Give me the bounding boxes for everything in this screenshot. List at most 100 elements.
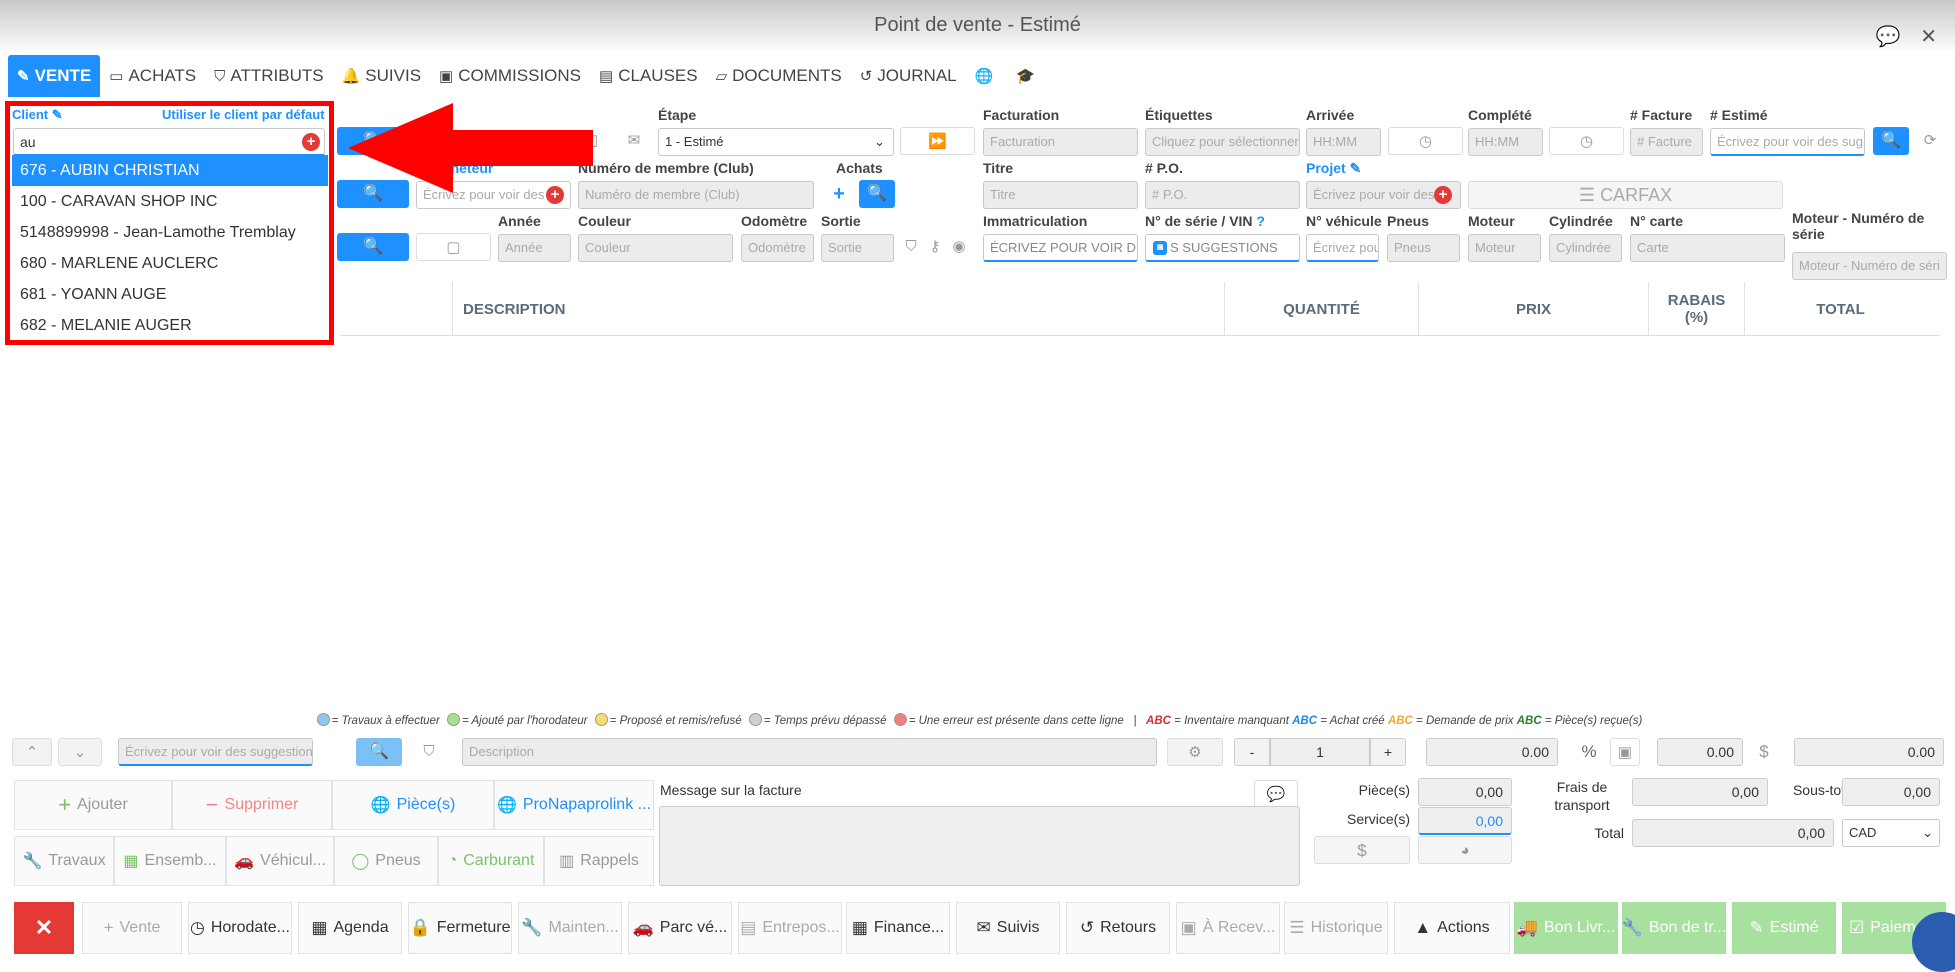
complete-clock-icon[interactable]: ◷	[1549, 127, 1624, 155]
etape-select[interactable]: 1 - Estimé ⌄	[658, 128, 894, 156]
qty-minus-button[interactable]: -	[1234, 738, 1270, 766]
camera-icon[interactable]: ◙	[1153, 241, 1167, 255]
gear-icon[interactable]: ⚙	[1167, 738, 1223, 766]
refresh-icon[interactable]: ⟳	[1915, 127, 1945, 155]
pie-chart-icon[interactable]: ◕	[1418, 836, 1512, 864]
ensemble-button[interactable]: ▦ Ensemb...	[114, 836, 226, 886]
add-projet-icon[interactable]: +	[1434, 186, 1452, 204]
arrivee-input[interactable]: HH:MM	[1306, 128, 1381, 156]
projet-label[interactable]: Projet ✎	[1306, 160, 1361, 177]
odometre-input[interactable]: Odomètre	[741, 234, 814, 262]
actions-button[interactable]: ▲ Actions	[1394, 902, 1510, 954]
close-icon[interactable]: ✕	[1920, 26, 1937, 48]
price-input[interactable]: 0.00	[1426, 738, 1558, 766]
complete-input[interactable]: HH:MM	[1468, 128, 1543, 156]
agenda-button[interactable]: ▦ Agenda	[298, 902, 402, 954]
add-achat-icon[interactable]: +	[822, 180, 856, 208]
col-prix[interactable]: PRIX	[1418, 282, 1648, 336]
description-input[interactable]: Description	[462, 738, 1157, 766]
tab-suivis[interactable]: 🔔 SUIVIS	[333, 55, 430, 97]
tab-commissions[interactable]: ▣ COMMISSIONS	[430, 55, 590, 97]
sortie-input[interactable]: Sortie	[821, 234, 894, 262]
travaux-button[interactable]: 🔧 Travaux	[14, 836, 114, 886]
vehicule-input[interactable]: Écrivez pou	[1306, 234, 1379, 262]
fermeture-button[interactable]: 🔒 Fermeture	[408, 902, 512, 954]
facture-input[interactable]: # Facture	[1630, 128, 1703, 156]
bon-travail-button[interactable]: 🔧 Bon de tr...	[1622, 902, 1726, 954]
col-rabais[interactable]: RABAIS (%)	[1648, 282, 1744, 336]
move-up-icon[interactable]: ⌃	[12, 738, 52, 766]
dollar-toggle[interactable]: $	[1749, 738, 1779, 766]
tab-journal[interactable]: ↺ JOURNAL	[851, 55, 966, 97]
facturation-input[interactable]: Facturation	[983, 128, 1138, 156]
eye-icon[interactable]: ◉	[948, 233, 970, 261]
annee-input[interactable]: Année	[498, 234, 571, 262]
tab-language[interactable]: 🌐	[966, 55, 1008, 97]
discount-input[interactable]: 0.00	[1657, 738, 1743, 766]
line-tag-icon[interactable]: ⛉	[412, 738, 446, 766]
col-total[interactable]: TOTAL	[1744, 282, 1936, 336]
financement-button[interactable]: ▦ Finance...	[846, 902, 950, 954]
moteur-serie-input[interactable]: Moteur - Numéro de séri	[1792, 252, 1947, 280]
email-icon[interactable]: ✉	[620, 127, 648, 155]
dollar-button[interactable]: $	[1314, 836, 1410, 864]
immat-input[interactable]: ÉCRIVEZ POUR VOIR DES	[983, 234, 1138, 262]
qty-input[interactable]: 1	[1270, 738, 1370, 766]
retours-button[interactable]: ↺ Retours	[1066, 902, 1170, 954]
line-search-button[interactable]: 🔍	[356, 738, 402, 766]
historique-button[interactable]: ☰ Historique	[1284, 902, 1388, 954]
carburant-button[interactable]: ◔ Carburant	[438, 836, 544, 886]
couleur-input[interactable]: Couleur	[578, 234, 733, 262]
chat-icon[interactable]: 💬	[1876, 26, 1901, 48]
tab-attributs[interactable]: ⛉ ATTRIBUTS	[205, 55, 332, 97]
carte-input[interactable]: Carte	[1630, 234, 1785, 262]
moteur-input[interactable]: Moteur	[1468, 234, 1541, 262]
vehicle-note-icon[interactable]: ▢	[416, 233, 491, 261]
frais-total[interactable]: 0,00	[1632, 778, 1768, 806]
parc-vehicules-button[interactable]: 🚗 Parc vé...	[628, 902, 732, 954]
cash-icon[interactable]: ▣	[1610, 738, 1640, 766]
po-input[interactable]: # P.O.	[1145, 181, 1300, 209]
key-icon[interactable]: ⚷	[924, 233, 946, 261]
cylindree-input[interactable]: Cylindrée	[1549, 234, 1622, 262]
vin-input[interactable]: S SUGGESTIONS	[1145, 234, 1300, 262]
vente-button[interactable]: + Vente	[82, 902, 182, 954]
col-description[interactable]: DESCRIPTION	[452, 282, 1224, 336]
suivis-button[interactable]: ✉ Suivis	[956, 902, 1060, 954]
etiquettes-select[interactable]: Cliquez pour sélectionner	[1145, 128, 1300, 156]
tab-training[interactable]: 🎓	[1007, 55, 1049, 97]
line-total-input[interactable]: 0.00	[1794, 738, 1944, 766]
tab-clauses[interactable]: ▤ CLAUSES	[590, 55, 707, 97]
pneus-button[interactable]: ◯ Pneus	[334, 836, 438, 886]
horodate-button[interactable]: ◷ Horodate...	[188, 902, 292, 954]
pronapa-button[interactable]: 🌐 ProNapaprolink ...	[494, 780, 654, 830]
line-search-input[interactable]: Écrivez pour voir des suggestions	[118, 738, 313, 766]
entreposage-button[interactable]: ▤ Entrepos...	[738, 902, 842, 954]
help-icon[interactable]: ?	[1256, 213, 1265, 229]
vehicule-button[interactable]: 🚗 Véhicul...	[226, 836, 334, 886]
qty-plus-button[interactable]: +	[1370, 738, 1406, 766]
currency-select[interactable]: CAD ⌄	[1842, 819, 1940, 847]
comment-icon[interactable]: 💬	[1254, 780, 1298, 808]
message-textarea[interactable]	[659, 806, 1300, 886]
tab-documents[interactable]: ▱ DOCUMENTS	[707, 55, 851, 97]
vehicle-search-button[interactable]: 🔍	[337, 233, 409, 261]
pieces-button[interactable]: 🌐 Pièce(s)	[332, 780, 494, 830]
estime-input[interactable]: Écrivez pour voir des sug	[1710, 128, 1865, 156]
achats-search-button[interactable]: 🔍	[859, 180, 895, 208]
tab-achats[interactable]: ▭ ACHATS	[100, 55, 205, 97]
pneus-input[interactable]: Pneus	[1387, 234, 1460, 262]
move-down-icon[interactable]: ⌄	[58, 738, 102, 766]
titre-input[interactable]: Titre	[983, 181, 1138, 209]
forward-icon[interactable]: ⏩	[900, 127, 975, 155]
col-quantite[interactable]: QUANTITÉ	[1224, 282, 1418, 336]
carfax-button[interactable]: ☰ CARFAX	[1468, 181, 1783, 209]
cancel-button[interactable]: ✕	[14, 902, 74, 954]
supprimer-button[interactable]: − Supprimer	[172, 780, 332, 830]
estime-search-button[interactable]: 🔍	[1873, 127, 1909, 155]
a-recevoir-button[interactable]: ▣ À Recev...	[1176, 902, 1280, 954]
estime-button[interactable]: ✎ Estimé	[1732, 902, 1836, 954]
arrivee-clock-icon[interactable]: ◷	[1388, 127, 1463, 155]
rappels-button[interactable]: ▥ Rappels	[544, 836, 654, 886]
tab-vente[interactable]: ✎ VENTE	[8, 55, 101, 97]
